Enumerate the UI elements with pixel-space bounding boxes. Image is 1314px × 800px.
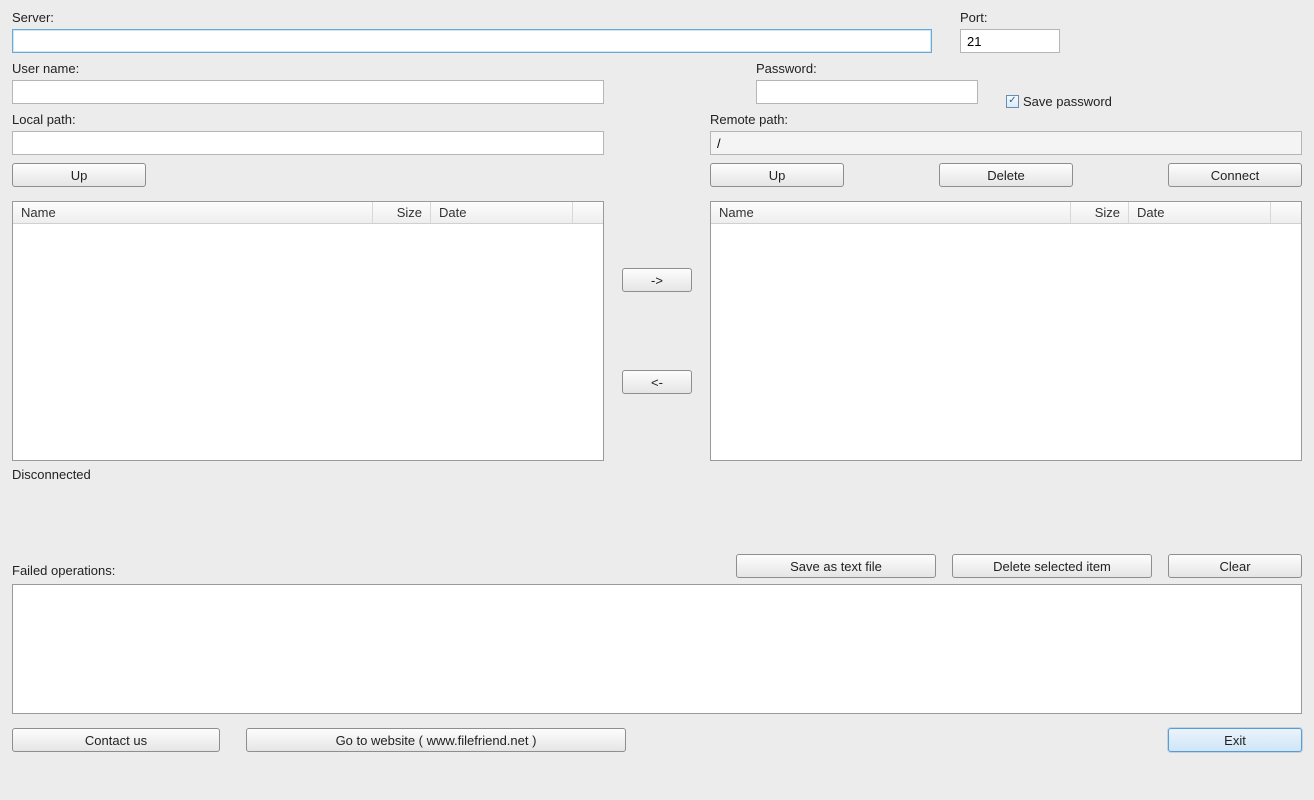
remote-path-label: Remote path: (710, 112, 1302, 127)
contact-us-button[interactable]: Contact us (12, 728, 220, 752)
col-spacer (1271, 202, 1301, 223)
col-spacer (573, 202, 603, 223)
connection-status: Disconnected (12, 467, 1302, 482)
remote-delete-button[interactable]: Delete (939, 163, 1073, 187)
failed-ops-list[interactable] (12, 584, 1302, 714)
col-date[interactable]: Date (1129, 202, 1271, 223)
local-list-header: Name Size Date (13, 202, 603, 224)
port-input[interactable] (960, 29, 1060, 53)
server-input[interactable] (12, 29, 932, 53)
col-size[interactable]: Size (1071, 202, 1129, 223)
local-file-list[interactable]: Name Size Date (12, 201, 604, 461)
local-up-button[interactable]: Up (12, 163, 146, 187)
col-date[interactable]: Date (431, 202, 573, 223)
remote-path-input[interactable] (710, 131, 1302, 155)
col-size[interactable]: Size (373, 202, 431, 223)
remote-up-button[interactable]: Up (710, 163, 844, 187)
server-label: Server: (12, 10, 932, 25)
password-input[interactable] (756, 80, 978, 104)
port-label: Port: (960, 10, 1060, 25)
failed-ops-label: Failed operations: (12, 563, 115, 578)
username-label: User name: (12, 61, 604, 76)
transfer-right-button[interactable]: -> (622, 268, 692, 292)
local-path-input[interactable] (12, 131, 604, 155)
remote-list-body[interactable] (711, 224, 1301, 460)
local-list-body[interactable] (13, 224, 603, 460)
delete-selected-button[interactable]: Delete selected item (952, 554, 1152, 578)
save-password-label: Save password (1023, 94, 1112, 109)
save-as-text-button[interactable]: Save as text file (736, 554, 936, 578)
connect-button[interactable]: Connect (1168, 163, 1302, 187)
col-name[interactable]: Name (711, 202, 1071, 223)
col-name[interactable]: Name (13, 202, 373, 223)
save-password-checkbox[interactable]: ✓ Save password (1006, 94, 1112, 109)
remote-list-header: Name Size Date (711, 202, 1301, 224)
local-path-label: Local path: (12, 112, 604, 127)
password-label: Password: (756, 61, 978, 76)
checkmark-icon: ✓ (1006, 95, 1019, 108)
remote-file-list[interactable]: Name Size Date (710, 201, 1302, 461)
go-to-website-button[interactable]: Go to website ( www.filefriend.net ) (246, 728, 626, 752)
clear-button[interactable]: Clear (1168, 554, 1302, 578)
transfer-left-button[interactable]: <- (622, 370, 692, 394)
exit-button[interactable]: Exit (1168, 728, 1302, 752)
username-input[interactable] (12, 80, 604, 104)
